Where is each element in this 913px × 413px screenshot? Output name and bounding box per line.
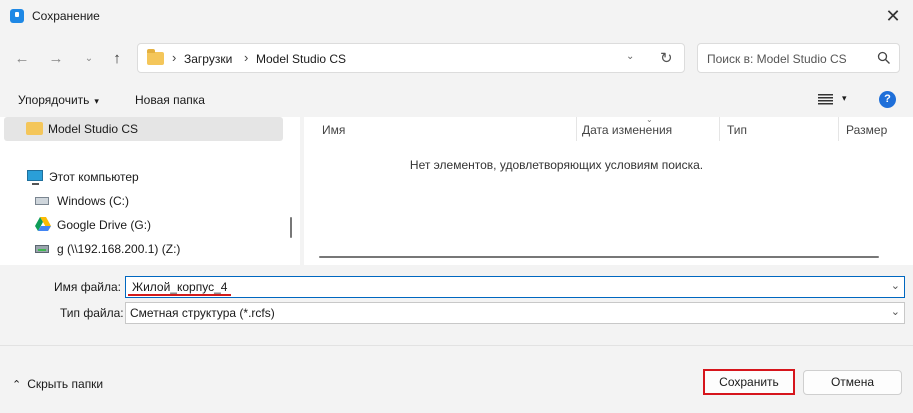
column-header-date[interactable]: Дата изменения (582, 123, 672, 137)
horizontal-scrollbar[interactable] (319, 256, 879, 258)
filetype-label: Тип файла: (60, 306, 124, 320)
filetype-value: Сметная структура (*.rcfs) (130, 306, 275, 320)
google-drive-icon (35, 217, 51, 231)
file-list: Имя ⌄ Дата изменения Тип Размер Нет элем… (304, 115, 913, 265)
breadcrumb-downloads[interactable]: Загрузки (184, 52, 232, 66)
nav-item-label: Этот компьютер (49, 170, 139, 184)
organize-button[interactable]: Упорядочить ▾ (18, 93, 99, 107)
search-icon (877, 51, 890, 64)
network-drive-icon (35, 245, 49, 253)
empty-folder-message: Нет элементов, удовлетворяющих условиям … (409, 158, 704, 172)
address-dropdown-icon[interactable]: ⌄ (626, 51, 634, 62)
filename-dropdown-icon[interactable]: ⌄ (891, 279, 900, 292)
filename-input[interactable]: Жилой_корпус_4 ⌄ (125, 276, 905, 298)
column-header-type[interactable]: Тип (727, 123, 747, 137)
chevron-up-icon: ⌃ (12, 379, 22, 391)
nav-item-label: g (\\192.168.200.1) (Z:) (57, 242, 181, 256)
address-bar[interactable]: › Загрузки › Model Studio CS ⌄ ↻ (137, 43, 685, 73)
organize-label: Упорядочить (18, 93, 90, 107)
recent-locations-chevron-icon[interactable]: ⌄ (78, 48, 100, 70)
search-input[interactable]: Поиск в: Model Studio CS (697, 43, 900, 73)
computer-icon (27, 170, 43, 185)
filename-highlight-underline (128, 294, 231, 296)
column-header-name[interactable]: Имя (322, 123, 345, 137)
nav-item-label: Google Drive (G:) (57, 218, 152, 232)
search-placeholder: Поиск в: Model Studio CS (707, 52, 847, 66)
nav-item-label: Windows (C:) (57, 194, 130, 208)
new-folder-button[interactable]: Новая папка (135, 93, 205, 107)
refresh-icon[interactable]: ↻ (660, 49, 673, 67)
app-icon (10, 9, 24, 23)
forward-arrow-icon[interactable]: → (45, 48, 67, 70)
folder-icon (147, 49, 164, 65)
caret-down-icon: ▾ (94, 96, 99, 106)
hide-folders-button[interactable]: ⌃ Скрыть папки (12, 377, 103, 391)
close-button[interactable]: ✕ (873, 0, 913, 34)
cancel-button[interactable]: Отмена (803, 370, 902, 395)
command-toolbar: Упорядочить ▾ Новая папка ▾ ? (0, 82, 913, 118)
column-divider[interactable] (576, 117, 577, 141)
filename-value: Жилой_корпус_4 (132, 280, 228, 294)
dialog-footer: ⌃ Скрыть папки Сохранить Отмена (0, 345, 913, 413)
save-form: Имя файла: Жилой_корпус_4 ⌄ Тип файла: С… (0, 265, 913, 345)
window-title: Сохранение (32, 9, 100, 23)
breadcrumb-separator: › (172, 50, 177, 65)
column-divider[interactable] (719, 117, 720, 141)
title-bar: Сохранение ✕ (0, 0, 913, 34)
nav-item-selected-folder[interactable]: Model Studio CS (4, 117, 283, 141)
hide-folders-label: Скрыть папки (27, 377, 104, 391)
view-options-icon[interactable] (818, 94, 833, 105)
breadcrumb-current-folder[interactable]: Model Studio CS (256, 52, 346, 66)
filetype-dropdown-icon[interactable]: ⌄ (891, 305, 900, 318)
breadcrumb-separator: › (244, 50, 249, 65)
navigation-bar: ← → ⌄ ↑ › Загрузки › Model Studio CS ⌄ ↻… (0, 34, 913, 82)
filetype-select[interactable]: Сметная структура (*.rcfs) ⌄ (125, 302, 905, 324)
filename-label: Имя файла: (54, 280, 121, 294)
navigation-pane: Model Studio CS Этот компьютер Windows (… (0, 117, 300, 265)
column-divider[interactable] (838, 117, 839, 141)
save-button[interactable]: Сохранить (703, 369, 795, 395)
view-caret-down-icon[interactable]: ▾ (842, 93, 847, 104)
navigation-scrollbar[interactable] (290, 217, 292, 238)
up-arrow-icon[interactable]: ↑ (106, 48, 128, 70)
drive-icon (35, 197, 49, 205)
help-icon[interactable]: ? (879, 91, 896, 108)
back-arrow-icon[interactable]: ← (11, 48, 33, 70)
folder-icon (26, 122, 43, 135)
column-header-size[interactable]: Размер (846, 123, 887, 137)
nav-item-label: Model Studio CS (48, 122, 139, 136)
